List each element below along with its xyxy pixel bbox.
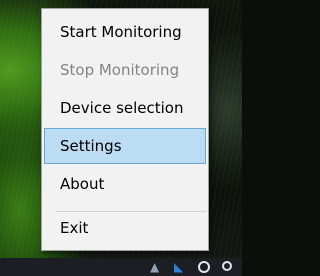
menu-item-start-monitoring[interactable]: Start Monitoring (44, 14, 206, 50)
menu-item-settings[interactable]: Settings (44, 128, 206, 164)
tray-network-icon[interactable]: ◣ (174, 261, 183, 273)
tray-context-menu: Start Monitoring Stop Monitoring Device … (41, 8, 209, 251)
menu-item-stop-monitoring: Stop Monitoring (44, 52, 206, 88)
menu-item-label: About (60, 175, 105, 193)
menu-item-exit[interactable]: Exit (44, 210, 206, 246)
menu-item-label: Settings (60, 137, 122, 155)
menu-item-device-selection[interactable]: Device selection (44, 90, 206, 126)
menu-item-label: Start Monitoring (60, 23, 182, 41)
menu-item-label: Exit (60, 219, 89, 237)
tray-circle-icon[interactable] (198, 261, 210, 273)
menu-item-label: Stop Monitoring (60, 61, 180, 79)
menu-item-about[interactable]: About (44, 166, 206, 202)
tray-app-icon[interactable]: ▲ (150, 261, 159, 273)
tray-circle-small-icon[interactable] (222, 261, 232, 271)
menu-item-label: Device selection (60, 99, 184, 117)
